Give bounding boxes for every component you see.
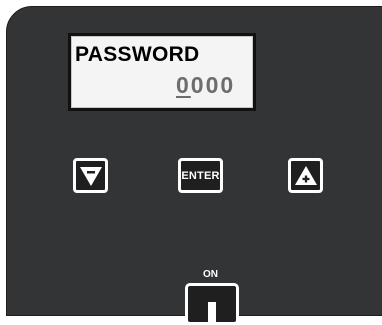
lcd-password-value: 0000 xyxy=(176,72,235,99)
lcd-cursor-digit: 0 xyxy=(176,72,191,98)
lcd-display: PASSWORD 0000 xyxy=(68,33,256,111)
down-triangle-minus-icon xyxy=(79,166,102,186)
enter-label: ENTER xyxy=(181,169,220,182)
power-button[interactable] xyxy=(185,283,239,325)
power-bar-icon xyxy=(208,302,216,324)
enter-button[interactable]: ENTER xyxy=(178,158,223,193)
lcd-title: PASSWORD xyxy=(75,43,200,66)
up-button[interactable] xyxy=(288,158,323,193)
power-label: ON xyxy=(203,269,218,280)
down-button[interactable] xyxy=(73,158,108,193)
lcd-remaining-digits: 000 xyxy=(190,72,236,98)
up-triangle-plus-icon xyxy=(294,165,317,185)
control-panel: PASSWORD 0000 ENTER ON xyxy=(6,6,382,325)
